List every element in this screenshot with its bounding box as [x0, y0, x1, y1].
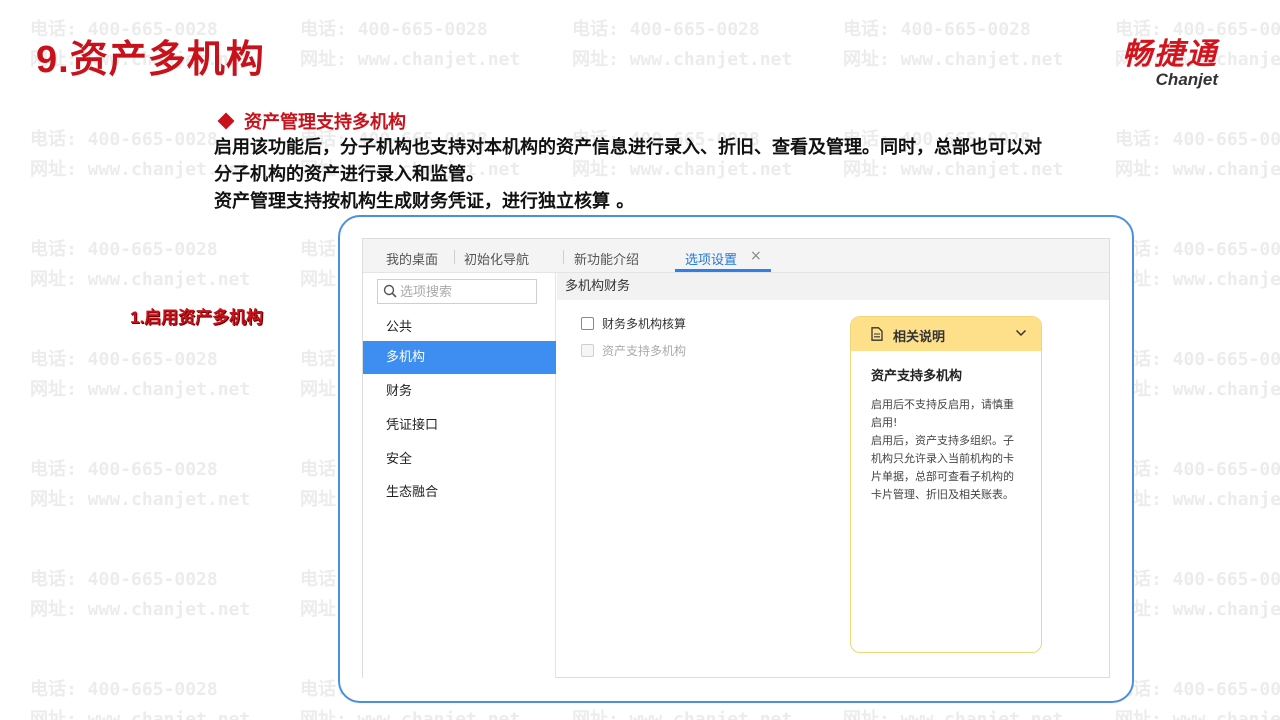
bullet-heading: 资产管理支持多机构: [214, 108, 1214, 134]
help-panel-body: 资产支持多机构 启用后不支持反启用，请慎重启用! 启用后，资产支持多组织。子机构…: [851, 351, 1041, 504]
watermark-text: 电话: 400-665-0028网址: www.chanjet.net: [843, 19, 1064, 70]
sidebar-item-ecosystem[interactable]: 生态融合: [363, 476, 556, 509]
bullet-text: 资产管理支持多机构: [244, 112, 406, 133]
tab-option-settings[interactable]: 选项设置: [685, 249, 737, 268]
logo-chinese: 畅捷通: [1122, 37, 1218, 72]
slide-title-text: 资产多机构: [69, 36, 265, 81]
watermark-text: 电话: 400-665-0028网址: www.chanjet.net: [1115, 679, 1280, 720]
watermark-text: 电话: 400-665-0028网址: www.chanjet.net: [300, 19, 521, 70]
document-icon: [871, 327, 883, 341]
slide-title-number: 9.: [36, 39, 70, 81]
option-asset-multi-org[interactable]: 资产支持多机构: [581, 342, 686, 359]
sidebar-item-voucher-interface[interactable]: 凭证接口: [363, 409, 556, 442]
step-label: 1.启用资产多机构: [130, 308, 264, 327]
watermark-text: 电话: 400-665-0028网址: www.chanjet.net: [1115, 349, 1280, 400]
slide-title: 9.资产多机构: [36, 28, 265, 83]
tab-my-desktop[interactable]: 我的桌面: [386, 249, 438, 268]
watermark-text: 电话: 400-665-0028网址: www.chanjet.net: [1115, 459, 1280, 510]
help-panel-subtitle: 资产支持多机构: [871, 369, 963, 384]
tab-separator: [563, 250, 564, 264]
help-panel-title: 相关说明: [893, 330, 946, 345]
description-line-2: 分子机构的资产进行录入和监管。: [214, 164, 484, 185]
settings-sidebar: 公共 多机构 财务 凭证接口 安全 生态融合: [363, 273, 556, 678]
watermark-text: 电话: 400-665-0028网址: www.chanjet.net: [30, 569, 251, 620]
chanjet-logo: 畅捷通 Chanjet: [1122, 40, 1218, 89]
tab-new-features[interactable]: 新功能介绍: [574, 249, 639, 268]
option-label: 资产支持多机构: [602, 344, 687, 358]
watermark-text: 电话: 400-665-0028网址: www.chanjet.net: [572, 19, 793, 70]
search-box[interactable]: [377, 279, 537, 304]
sidebar-item-public[interactable]: 公共: [363, 311, 556, 344]
checkbox[interactable]: [581, 317, 594, 330]
watermark-text: 电话: 400-665-0028网址: www.chanjet.net: [1115, 239, 1280, 290]
sidebar-item-multi-org[interactable]: 多机构: [363, 341, 556, 374]
help-panel-text-1: 启用后不支持反启用，请慎重启用!: [871, 398, 1014, 429]
tab-init-guide[interactable]: 初始化导航: [464, 249, 529, 268]
logo-english: Chanjet: [1155, 70, 1218, 89]
option-finance-multi-org[interactable]: 财务多机构核算: [581, 315, 686, 332]
search-icon: [383, 284, 397, 298]
watermark-text: 电话: 400-665-0028网址: www.chanjet.net: [1115, 569, 1280, 620]
watermark-text: 电话: 400-665-0028网址: www.chanjet.net: [30, 239, 251, 290]
description-block: 资产管理支持多机构 启用该功能后，分子机构也支持对本机构的资产信息进行录入、折旧…: [214, 108, 1214, 215]
help-panel-header[interactable]: 相关说明: [851, 317, 1041, 351]
chevron-down-icon[interactable]: [1015, 328, 1027, 338]
watermark-text: 电话: 400-665-0028网址: www.chanjet.net: [30, 349, 251, 400]
help-panel: 相关说明 资产支持多机构 启用后不支持反启用，请慎重启用! 启用后，资产支持多组…: [850, 316, 1042, 653]
description-line-3: 资产管理支持按机构生成财务凭证，进行独立核算 。: [214, 191, 635, 212]
help-panel-text-2: 启用后，资产支持多组织。子机构只允许录入当前机构的卡片单据，总部可查看子机构的卡…: [871, 434, 1014, 501]
close-icon[interactable]: ×: [750, 248, 762, 264]
tab-separator: [454, 250, 455, 264]
watermark-text: 电话: 400-665-0028网址: www.chanjet.net: [30, 679, 251, 720]
checkbox[interactable]: [581, 344, 594, 357]
tab-bar: 我的桌面 初始化导航 新功能介绍 选项设置 ×: [363, 239, 1109, 273]
watermark-text: 电话: 400-665-0028网址: www.chanjet.net: [30, 459, 251, 510]
option-label: 财务多机构核算: [602, 317, 687, 331]
sidebar-item-security[interactable]: 安全: [363, 443, 556, 476]
section-title: 多机构财务: [557, 273, 1109, 300]
active-tab-indicator: [675, 269, 771, 272]
search-input[interactable]: [400, 282, 534, 302]
description-line-1: 启用该功能后，分子机构也支持对本机构的资产信息进行录入、折旧、查看及管理。同时，…: [214, 137, 1042, 158]
diamond-bullet-icon: [217, 112, 235, 130]
sidebar-item-finance[interactable]: 财务: [363, 375, 556, 408]
